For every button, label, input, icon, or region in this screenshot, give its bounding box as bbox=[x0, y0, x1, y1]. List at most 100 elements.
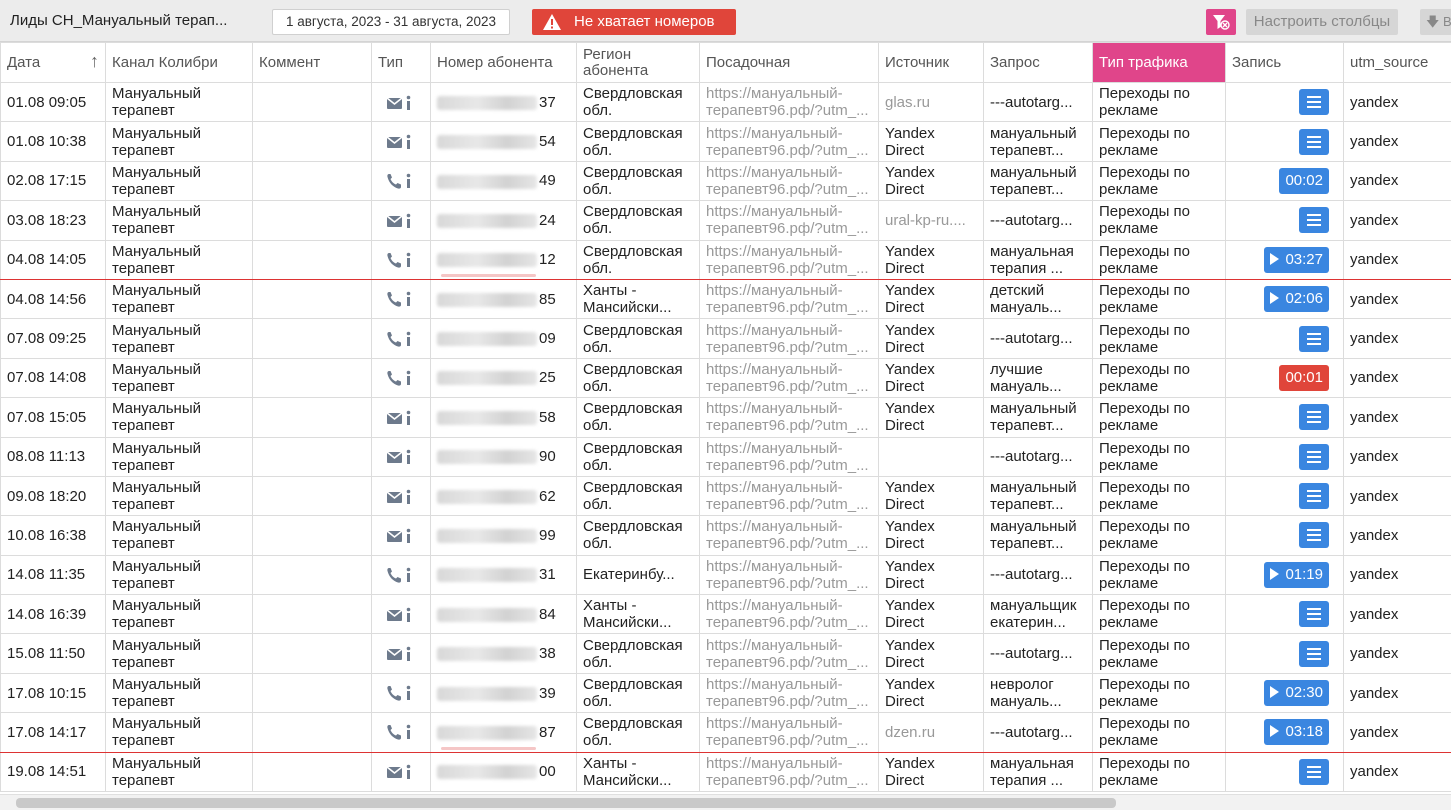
cell-comment[interactable] bbox=[252, 515, 372, 556]
cell-landing[interactable]: https://мануальный-терапевт96.рф/?utm_..… bbox=[699, 515, 879, 556]
table-row[interactable]: 04.08 14:05 Мануальный терапевт 12 Свердлов… bbox=[0, 239, 1451, 280]
col-traffic-type[interactable]: Тип трафика bbox=[1092, 42, 1226, 83]
table-row[interactable]: 14.08 16:39 Мануальный терапевт 84 Ханты - … bbox=[0, 594, 1451, 635]
cell-comment[interactable] bbox=[252, 121, 372, 162]
table-row[interactable]: 03.08 18:23 Мануальный терапевт 24 Свердлов… bbox=[0, 200, 1451, 241]
phone-info-icon[interactable] bbox=[386, 330, 416, 347]
transcript-button[interactable] bbox=[1299, 640, 1329, 667]
cell-type[interactable] bbox=[371, 672, 431, 714]
col-utm-source[interactable]: utm_source bbox=[1343, 42, 1451, 83]
col-comment[interactable]: Коммент bbox=[252, 42, 372, 83]
cell-comment[interactable] bbox=[252, 475, 372, 517]
cell-type[interactable] bbox=[371, 594, 431, 635]
transcript-button[interactable] bbox=[1299, 89, 1329, 116]
table-row[interactable]: 01.08 10:38 Мануальный терапевт 54 Свердлов… bbox=[0, 121, 1451, 162]
phone-info-icon[interactable] bbox=[386, 172, 416, 189]
table-row[interactable]: 19.08 14:51 Мануальный терапевт 00 Ханты - … bbox=[0, 751, 1451, 793]
transcript-button[interactable] bbox=[1299, 443, 1329, 470]
horizontal-scrollbar[interactable] bbox=[0, 794, 1451, 810]
call-recording-button[interactable]: 01:19 bbox=[1264, 561, 1329, 588]
mail-info-icon[interactable] bbox=[386, 212, 416, 229]
cell-comment[interactable] bbox=[252, 200, 372, 241]
cell-landing[interactable]: https://мануальный-терапевт96.рф/?utm_..… bbox=[699, 554, 879, 596]
call-recording-button[interactable]: 02:30 bbox=[1264, 680, 1329, 707]
cell-landing[interactable]: https://мануальный-терапевт96.рф/?utm_..… bbox=[699, 475, 879, 517]
cell-landing[interactable]: https://мануальный-терапевт96.рф/?utm_..… bbox=[699, 278, 879, 320]
table-row[interactable]: 07.08 14:08 Мануальный терапевт 25 Свердлов… bbox=[0, 357, 1451, 399]
cell-landing[interactable]: https://мануальный-терапевт96.рф/?utm_..… bbox=[699, 357, 879, 399]
transcript-button[interactable] bbox=[1299, 601, 1329, 628]
mail-info-icon[interactable] bbox=[386, 606, 416, 623]
cell-landing[interactable]: https://мануальный-терапевт96.рф/?utm_..… bbox=[699, 318, 879, 359]
phone-info-icon[interactable] bbox=[386, 290, 416, 307]
cell-landing[interactable]: https://мануальный-терапевт96.рф/?utm_..… bbox=[699, 436, 879, 477]
mail-info-icon[interactable] bbox=[386, 763, 416, 780]
date-range-picker[interactable]: 1 августа, 2023 - 31 августа, 2023 bbox=[272, 9, 510, 35]
cell-landing[interactable]: https://мануальный-терапевт96.рф/?utm_..… bbox=[699, 239, 879, 280]
cell-landing[interactable]: https://мануальный-терапевт96.рф/?utm_..… bbox=[699, 712, 879, 753]
call-recording-button[interactable]: 03:27 bbox=[1264, 246, 1329, 273]
transcript-button[interactable] bbox=[1299, 483, 1329, 510]
cell-comment[interactable] bbox=[252, 397, 372, 438]
cell-type[interactable] bbox=[371, 397, 431, 438]
missing-numbers-warning[interactable]: Не хватает номеров bbox=[532, 9, 736, 35]
cell-landing[interactable]: https://мануальный-терапевт96.рф/?utm_..… bbox=[699, 121, 879, 162]
col-channel[interactable]: Канал Колибри bbox=[105, 42, 253, 83]
cell-comment[interactable] bbox=[252, 672, 372, 714]
transcript-button[interactable] bbox=[1299, 758, 1329, 785]
col-landing[interactable]: Посадочная bbox=[699, 42, 879, 83]
cell-type[interactable] bbox=[371, 633, 431, 674]
cell-comment[interactable] bbox=[252, 278, 372, 320]
col-source[interactable]: Источник bbox=[878, 42, 984, 83]
table-row[interactable]: 04.08 14:56 Мануальный терапевт 85 Ханты - … bbox=[0, 278, 1451, 320]
col-phone[interactable]: Номер абонента bbox=[430, 42, 577, 83]
cell-type[interactable] bbox=[371, 278, 431, 320]
table-row[interactable]: 07.08 15:05 Мануальный терапевт 58 Свердлов… bbox=[0, 397, 1451, 438]
table-row[interactable]: 10.08 16:38 Мануальный терапевт 99 Свердлов… bbox=[0, 515, 1451, 556]
transcript-button[interactable] bbox=[1299, 128, 1329, 155]
transcript-button[interactable] bbox=[1299, 325, 1329, 352]
transcript-button[interactable] bbox=[1299, 207, 1329, 234]
cell-landing[interactable]: https://мануальный-терапевт96.рф/?utm_..… bbox=[699, 594, 879, 635]
cell-type[interactable] bbox=[371, 81, 431, 123]
col-date[interactable]: Дата ↑ bbox=[0, 42, 106, 83]
cell-comment[interactable] bbox=[252, 554, 372, 596]
table-row[interactable]: 08.08 11:13 Мануальный терапевт 90 Свердлов… bbox=[0, 436, 1451, 477]
table-row[interactable]: 01.08 09:05 Мануальный терапевт 37 Свердлов… bbox=[0, 81, 1451, 123]
table-row[interactable]: 17.08 10:15 Мануальный терапевт 39 Свердлов… bbox=[0, 672, 1451, 714]
mail-info-icon[interactable] bbox=[386, 94, 416, 111]
mail-info-icon[interactable] bbox=[386, 645, 416, 662]
cell-landing[interactable]: https://мануальный-терапевт96.рф/?utm_..… bbox=[699, 200, 879, 241]
cell-comment[interactable] bbox=[252, 357, 372, 399]
cell-type[interactable] bbox=[371, 554, 431, 596]
cell-comment[interactable] bbox=[252, 751, 372, 793]
phone-info-icon[interactable] bbox=[386, 566, 416, 583]
table-row[interactable]: 14.08 11:35 Мануальный терапевт 31 Екатерин… bbox=[0, 554, 1451, 596]
cell-comment[interactable] bbox=[252, 436, 372, 477]
call-recording-button[interactable]: 00:02 bbox=[1279, 167, 1329, 194]
cell-landing[interactable]: https://мануальный-терапевт96.рф/?utm_..… bbox=[699, 81, 879, 123]
table-row[interactable]: 15.08 11:50 Мануальный терапевт 38 Свердлов… bbox=[0, 633, 1451, 674]
cell-type[interactable] bbox=[371, 239, 431, 280]
cell-type[interactable] bbox=[371, 160, 431, 202]
mail-info-icon[interactable] bbox=[386, 409, 416, 426]
cell-comment[interactable] bbox=[252, 712, 372, 753]
cell-landing[interactable]: https://мануальный-терапевт96.рф/?utm_..… bbox=[699, 397, 879, 438]
cell-comment[interactable] bbox=[252, 160, 372, 202]
table-row[interactable]: 09.08 18:20 Мануальный терапевт 62 Свердлов… bbox=[0, 475, 1451, 517]
cell-type[interactable] bbox=[371, 751, 431, 793]
phone-info-icon[interactable] bbox=[386, 684, 416, 701]
call-recording-button[interactable]: 03:18 bbox=[1264, 719, 1329, 746]
configure-columns-button[interactable]: Настроить столбцы bbox=[1246, 9, 1398, 35]
cell-landing[interactable]: https://мануальный-терапевт96.рф/?utm_..… bbox=[699, 672, 879, 714]
table-row[interactable]: 02.08 17:15 Мануальный терапевт 49 Свердлов… bbox=[0, 160, 1451, 202]
col-query[interactable]: Запрос bbox=[983, 42, 1093, 83]
col-record[interactable]: Запись bbox=[1225, 42, 1344, 83]
cell-type[interactable] bbox=[371, 475, 431, 517]
cell-comment[interactable] bbox=[252, 81, 372, 123]
col-region[interactable]: Регион абонента bbox=[576, 42, 700, 83]
cell-landing[interactable]: https://мануальный-терапевт96.рф/?utm_..… bbox=[699, 160, 879, 202]
mail-info-icon[interactable] bbox=[386, 448, 416, 465]
col-type[interactable]: Тип bbox=[371, 42, 431, 83]
phone-info-icon[interactable] bbox=[386, 251, 416, 268]
